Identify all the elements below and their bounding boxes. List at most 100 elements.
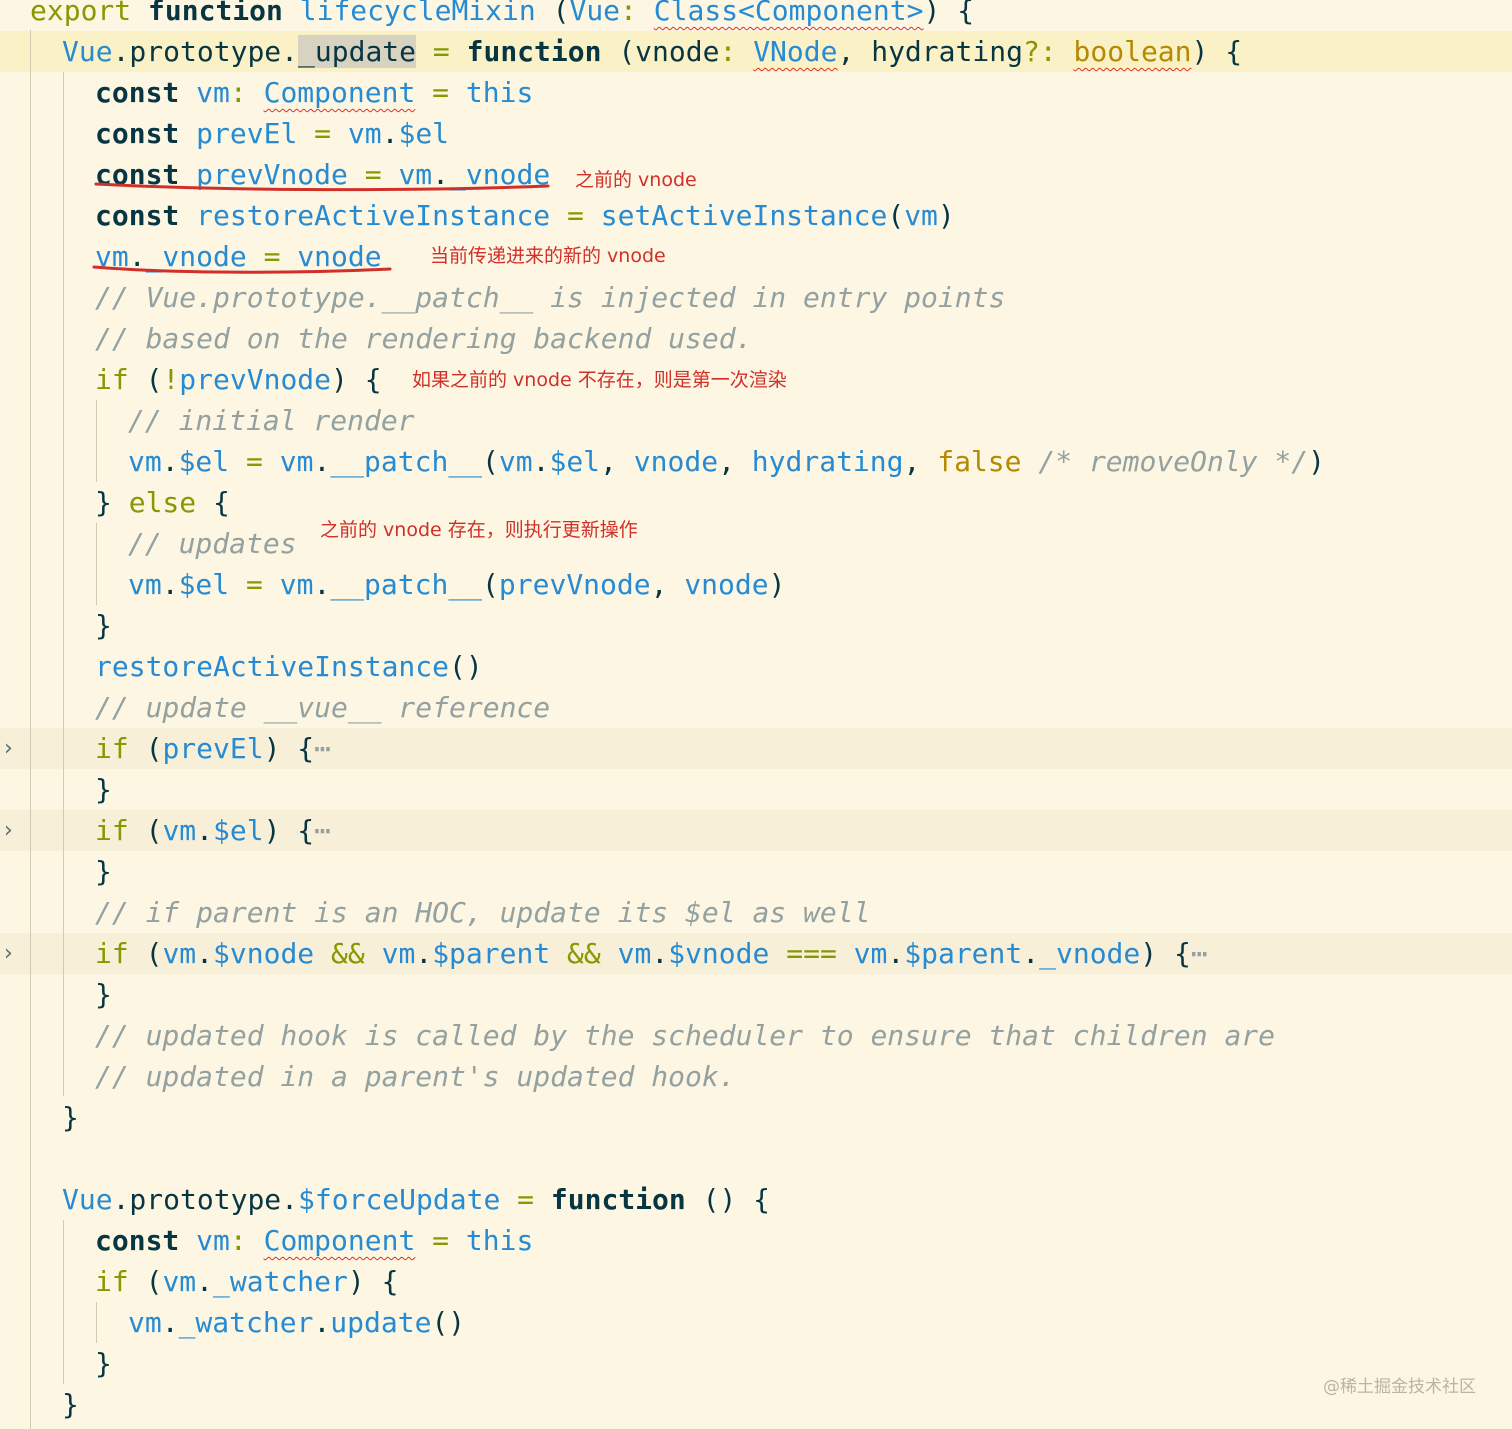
code-token: ( <box>145 732 163 765</box>
code-line[interactable]: } else { <box>0 482 1512 523</box>
code-editor[interactable]: export function lifecycleMixin (Vue: Cla… <box>0 0 1512 1429</box>
code-line[interactable]: const vm: Component = this <box>0 72 1512 113</box>
code-token: ( <box>145 1265 163 1298</box>
code-token: ( <box>887 199 905 232</box>
code-token: ! <box>162 363 180 396</box>
code-line[interactable]: } <box>0 1384 1512 1425</box>
code-line[interactable]: if (vm._watcher) { <box>0 1261 1512 1302</box>
code-token: vm <box>279 568 314 601</box>
code-line[interactable]: } <box>0 851 1512 892</box>
code-text: } <box>62 1384 79 1425</box>
code-line[interactable]: } <box>0 974 1512 1015</box>
code-token: ) { <box>1191 35 1243 68</box>
code-token: update <box>330 1306 432 1339</box>
code-line[interactable]: const vm: Component = this <box>0 1220 1512 1261</box>
code-line[interactable]: restoreActiveInstance() <box>0 646 1512 687</box>
code-token: if <box>95 363 146 396</box>
code-token: $vnode <box>213 937 315 970</box>
code-line[interactable]: // updates <box>0 523 1512 564</box>
code-line[interactable]: // updated in a parent's updated hook. <box>0 1056 1512 1097</box>
code-line[interactable] <box>0 1138 1512 1179</box>
code-token: , <box>903 445 938 478</box>
code-line[interactable]: vm._watcher.update() <box>0 1302 1512 1343</box>
code-line[interactable]: const restoreActiveInstance = setActiveI… <box>0 195 1512 236</box>
annotation-note-prev-vnode: 之前的 vnode <box>575 169 697 191</box>
code-token: vm <box>381 937 416 970</box>
code-token: this <box>465 1224 534 1257</box>
code-line[interactable]: vm.$el = vm.__patch__(prevVnode, vnode) <box>0 564 1512 605</box>
annotation-underline <box>94 182 550 192</box>
code-token: = <box>550 199 601 232</box>
code-token: } <box>95 609 112 642</box>
code-token: : <box>229 76 264 109</box>
indent-guide <box>63 72 64 1096</box>
code-line[interactable]: › if (vm.$vnode && vm.$parent && vm.$vnod… <box>0 933 1512 974</box>
code-token: if <box>95 937 146 970</box>
code-token: } <box>62 1388 79 1421</box>
code-line[interactable]: // initial render <box>0 400 1512 441</box>
code-token: prevVnode <box>498 568 651 601</box>
code-token: ) { <box>263 732 315 765</box>
code-token: else <box>128 486 214 519</box>
code-line[interactable]: } <box>0 1343 1512 1384</box>
code-line[interactable]: › if (prevEl) {⋯ <box>0 728 1512 769</box>
code-text: const vm: Component = this <box>95 1220 533 1261</box>
code-token: prevEl <box>196 117 298 150</box>
code-line[interactable]: export function lifecycleMixin (Vue: Cla… <box>0 0 1512 31</box>
code-token: = <box>500 1183 551 1216</box>
code-token: vm <box>347 117 382 150</box>
code-line[interactable]: vm.$el = vm.__patch__(vm.$el, vnode, hyd… <box>0 441 1512 482</box>
code-text: // update __vue__ reference <box>95 687 550 728</box>
code-line[interactable]: // update __vue__ reference <box>0 687 1512 728</box>
code-token: ( <box>552 0 570 27</box>
code-token: Component <box>263 76 416 109</box>
code-token: vm <box>904 199 938 232</box>
code-line[interactable]: // if parent is an HOC, update its $el a… <box>0 892 1512 933</box>
code-token: vm <box>162 814 197 847</box>
code-token: Class<Component> <box>653 0 924 27</box>
code-token: boolean <box>1073 35 1192 68</box>
code-token: () { <box>702 1183 771 1216</box>
watermark: @稀土掘金技术社区 <box>1323 1377 1476 1397</box>
code-line[interactable]: Vue.prototype._update = function (vnode:… <box>0 31 1512 72</box>
code-line[interactable]: Vue.prototype.$forceUpdate = function ()… <box>0 1179 1512 1220</box>
code-token: . <box>887 937 905 970</box>
code-token: = <box>297 117 348 150</box>
code-token: } <box>95 773 112 806</box>
code-token: . <box>161 445 179 478</box>
code-token: : <box>620 0 654 27</box>
code-token: function <box>550 1183 703 1216</box>
code-line[interactable]: // Vue.prototype.__patch__ is injected i… <box>0 277 1512 318</box>
annotation-underline <box>92 265 392 274</box>
code-line[interactable]: } <box>0 769 1512 810</box>
code-token: if <box>95 732 146 765</box>
code-token: ( <box>145 937 163 970</box>
code-token: ) <box>768 568 786 601</box>
code-line[interactable]: // based on the rendering backend used. <box>0 318 1512 359</box>
code-token: const <box>95 199 197 232</box>
code-line[interactable]: // updated hook is called by the schedul… <box>0 1015 1512 1056</box>
fold-chevron-icon[interactable]: › <box>4 810 22 851</box>
code-token: _watcher <box>178 1306 314 1339</box>
code-token: = <box>415 1224 466 1257</box>
code-token: . <box>651 937 669 970</box>
code-text: // updated in a parent's updated hook. <box>95 1056 736 1097</box>
code-token: ) <box>937 199 955 232</box>
fold-chevron-icon[interactable]: › <box>4 933 22 974</box>
code-token: . <box>161 568 179 601</box>
code-token: , <box>718 445 752 478</box>
code-token: . <box>196 814 214 847</box>
code-token: if <box>95 1265 146 1298</box>
code-token: . <box>381 117 399 150</box>
code-text: } <box>95 851 112 892</box>
fold-chevron-icon[interactable]: › <box>4 728 22 769</box>
code-line[interactable]: } <box>0 1097 1512 1138</box>
code-line[interactable]: const prevEl = vm.$el <box>0 113 1512 154</box>
code-token: ( <box>145 814 163 847</box>
code-token: // updates <box>128 527 297 560</box>
code-line[interactable]: › if (vm.$el) {⋯ <box>0 810 1512 851</box>
code-line[interactable]: } <box>0 605 1512 646</box>
code-text: if (vm._watcher) { <box>95 1261 398 1302</box>
code-token: . <box>161 1306 179 1339</box>
code-token: prevVnode <box>179 363 332 396</box>
